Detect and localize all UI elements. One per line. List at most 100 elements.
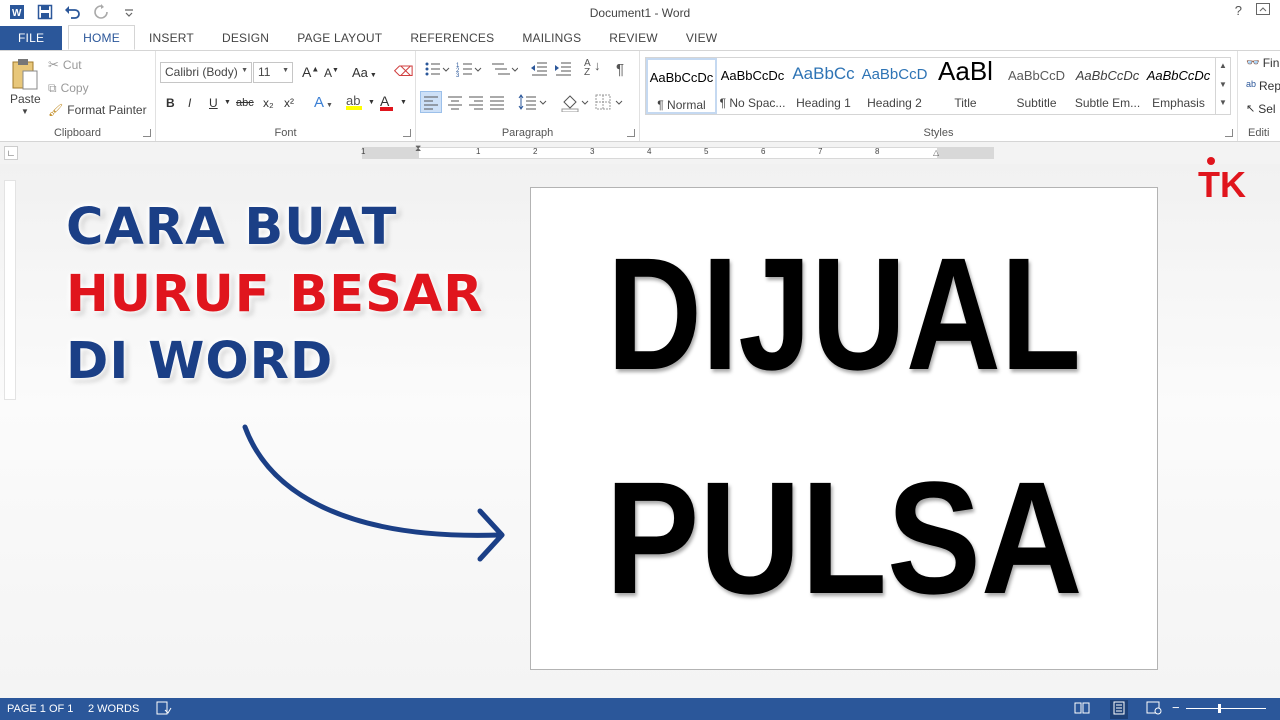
style-emphasis[interactable]: AaBbCcDc Emphasis bbox=[1143, 58, 1214, 114]
binoculars-icon: 👓 bbox=[1246, 57, 1260, 69]
change-case-button[interactable]: Aa ▼ bbox=[352, 65, 377, 80]
subscript-button[interactable]: x₂ bbox=[263, 96, 274, 110]
status-bar: PAGE 1 OF 1 2 WORDS − bbox=[0, 698, 1280, 720]
read-mode-icon[interactable] bbox=[1074, 701, 1090, 718]
zoom-slider[interactable] bbox=[1186, 708, 1266, 709]
numbering-icon[interactable]: 123 bbox=[456, 61, 482, 80]
ribbon: Paste ▼ ✂ Cut ⧉ Copy 🖌 Format Painter Cl… bbox=[0, 50, 1280, 142]
styles-gallery-scroll[interactable]: ▲ ▼ ▼ bbox=[1215, 57, 1231, 115]
horizontal-ruler[interactable]: ⧗ △ 1 1 2 3 4 5 6 7 8 bbox=[361, 143, 994, 159]
scissors-icon: ✂ bbox=[48, 57, 59, 72]
scroll-down-icon[interactable]: ▼ bbox=[1219, 80, 1227, 89]
print-layout-icon[interactable] bbox=[1110, 700, 1128, 719]
superscript-button[interactable]: x² bbox=[284, 96, 294, 110]
paste-label: Paste bbox=[10, 92, 41, 106]
style-no-spacing[interactable]: AaBbCcDc ¶ No Spac... bbox=[717, 58, 788, 114]
copy-icon: ⧉ bbox=[48, 80, 57, 95]
tab-design[interactable]: DESIGN bbox=[208, 26, 283, 50]
zoom-thumb[interactable] bbox=[1218, 704, 1221, 713]
highlight-dropdown-icon[interactable]: ▼ bbox=[368, 99, 375, 106]
cut-button[interactable]: ✂ Cut bbox=[48, 57, 82, 73]
indent-marker-icon[interactable]: ⧗ bbox=[415, 143, 421, 154]
copy-button[interactable]: ⧉ Copy bbox=[48, 80, 89, 96]
ribbon-display-icon[interactable] bbox=[1256, 3, 1270, 18]
show-formatting-button[interactable]: ¶ bbox=[616, 61, 624, 78]
underline-dropdown-icon[interactable]: ▼ bbox=[224, 99, 231, 106]
paragraph-launcher-icon[interactable] bbox=[627, 129, 635, 137]
bullets-icon[interactable] bbox=[424, 61, 450, 80]
sort-icon[interactable]: A Z ↓ bbox=[584, 59, 601, 78]
style-normal[interactable]: AaBbCcDc ¶ Normal bbox=[646, 58, 717, 114]
tab-file[interactable]: FILE bbox=[0, 26, 63, 50]
right-indent-marker-icon[interactable]: △ bbox=[933, 148, 939, 157]
cursor-icon: ↖ bbox=[1246, 103, 1256, 115]
document-text-line-1[interactable]: DIJUAL bbox=[587, 214, 1100, 414]
tab-insert[interactable]: INSERT bbox=[135, 26, 208, 50]
font-size-select[interactable]: 11 ▼ bbox=[253, 62, 293, 83]
document-text-line-2[interactable]: PULSA bbox=[569, 438, 1120, 638]
tab-page-layout[interactable]: PAGE LAYOUT bbox=[283, 26, 396, 50]
style-heading-1[interactable]: AaBbCc Heading 1 bbox=[788, 58, 859, 114]
shrink-font-button[interactable]: A▼ bbox=[324, 66, 339, 80]
paste-dropdown-icon[interactable]: ▼ bbox=[21, 107, 29, 116]
style-name: Heading 2 bbox=[867, 96, 922, 110]
tab-view[interactable]: VIEW bbox=[672, 26, 731, 50]
more-styles-icon[interactable]: ▼ bbox=[1219, 98, 1227, 107]
style-preview: AaBbCc bbox=[792, 64, 855, 83]
styles-gallery: AaBbCcDc ¶ Normal AaBbCcDc ¶ No Spac... … bbox=[645, 56, 1217, 115]
shading-icon[interactable] bbox=[560, 92, 590, 115]
style-name: ¶ Normal bbox=[657, 98, 706, 112]
find-button[interactable]: 👓 Fin bbox=[1246, 56, 1279, 70]
word-count[interactable]: 2 WORDS bbox=[88, 703, 139, 715]
vertical-ruler[interactable] bbox=[4, 180, 16, 400]
tab-mailings[interactable]: MAILINGS bbox=[508, 26, 595, 50]
style-title[interactable]: AaBl Title bbox=[930, 56, 1001, 114]
strikethrough-button[interactable]: abc bbox=[236, 97, 254, 109]
style-subtle-emphasis[interactable]: AaBbCcDc Subtle Em... bbox=[1072, 58, 1143, 114]
svg-text:TK: TK bbox=[1198, 164, 1246, 201]
select-button[interactable]: ↖ Sel bbox=[1246, 102, 1276, 116]
help-button[interactable]: ? bbox=[1235, 3, 1242, 18]
paste-button[interactable]: Paste ▼ bbox=[8, 57, 42, 121]
align-center-icon[interactable] bbox=[445, 92, 465, 115]
document-page[interactable]: DIJUAL PULSA bbox=[530, 187, 1158, 670]
clipboard-launcher-icon[interactable] bbox=[143, 129, 151, 137]
decrease-indent-icon[interactable] bbox=[530, 61, 548, 80]
font-color-dropdown-icon[interactable]: ▼ bbox=[400, 99, 407, 106]
tab-home[interactable]: HOME bbox=[68, 25, 135, 50]
style-subtitle[interactable]: AaBbCcD Subtitle bbox=[1001, 58, 1072, 114]
font-launcher-icon[interactable] bbox=[403, 129, 411, 137]
align-right-icon[interactable] bbox=[466, 92, 486, 115]
tab-references[interactable]: REFERENCES bbox=[396, 26, 508, 50]
borders-icon[interactable] bbox=[594, 92, 624, 115]
grow-font-button[interactable]: A▲ bbox=[302, 64, 319, 80]
text-effects-icon[interactable]: A ▼ bbox=[314, 94, 333, 111]
multilevel-list-icon[interactable] bbox=[490, 61, 519, 80]
page-count[interactable]: PAGE 1 OF 1 bbox=[7, 703, 73, 715]
increase-indent-icon[interactable] bbox=[554, 61, 572, 80]
align-left-icon[interactable] bbox=[420, 91, 442, 113]
font-color-icon[interactable]: A bbox=[380, 93, 393, 111]
format-painter-button[interactable]: 🖌 Format Painter bbox=[48, 102, 147, 118]
replace-button[interactable]: ab Rep bbox=[1246, 79, 1280, 93]
clear-formatting-icon[interactable]: ⌫ bbox=[394, 63, 414, 80]
italic-button[interactable]: I bbox=[188, 96, 191, 110]
styles-launcher-icon[interactable] bbox=[1225, 129, 1233, 137]
shrink-font-label: A bbox=[324, 66, 333, 80]
highlight-icon[interactable]: ab bbox=[346, 93, 362, 110]
scroll-up-icon[interactable]: ▲ bbox=[1219, 61, 1227, 70]
style-heading-2[interactable]: AaBbCcD Heading 2 bbox=[859, 58, 930, 114]
cut-label: Cut bbox=[62, 58, 82, 72]
tab-selector-icon[interactable]: ∟ bbox=[4, 146, 18, 160]
style-name: Subtitle bbox=[1016, 96, 1057, 110]
line-spacing-icon[interactable] bbox=[518, 92, 548, 115]
justify-icon[interactable] bbox=[487, 92, 507, 115]
web-layout-icon[interactable] bbox=[1146, 701, 1162, 718]
underline-button[interactable]: U bbox=[209, 96, 218, 110]
font-family-select[interactable]: Calibri (Body) ▼ bbox=[160, 62, 252, 83]
zoom-out-icon[interactable]: − bbox=[1172, 700, 1180, 715]
tab-review[interactable]: REVIEW bbox=[595, 26, 672, 50]
style-name: Heading 1 bbox=[796, 96, 851, 110]
proofing-icon[interactable] bbox=[156, 701, 172, 718]
bold-button[interactable]: B bbox=[166, 96, 175, 110]
